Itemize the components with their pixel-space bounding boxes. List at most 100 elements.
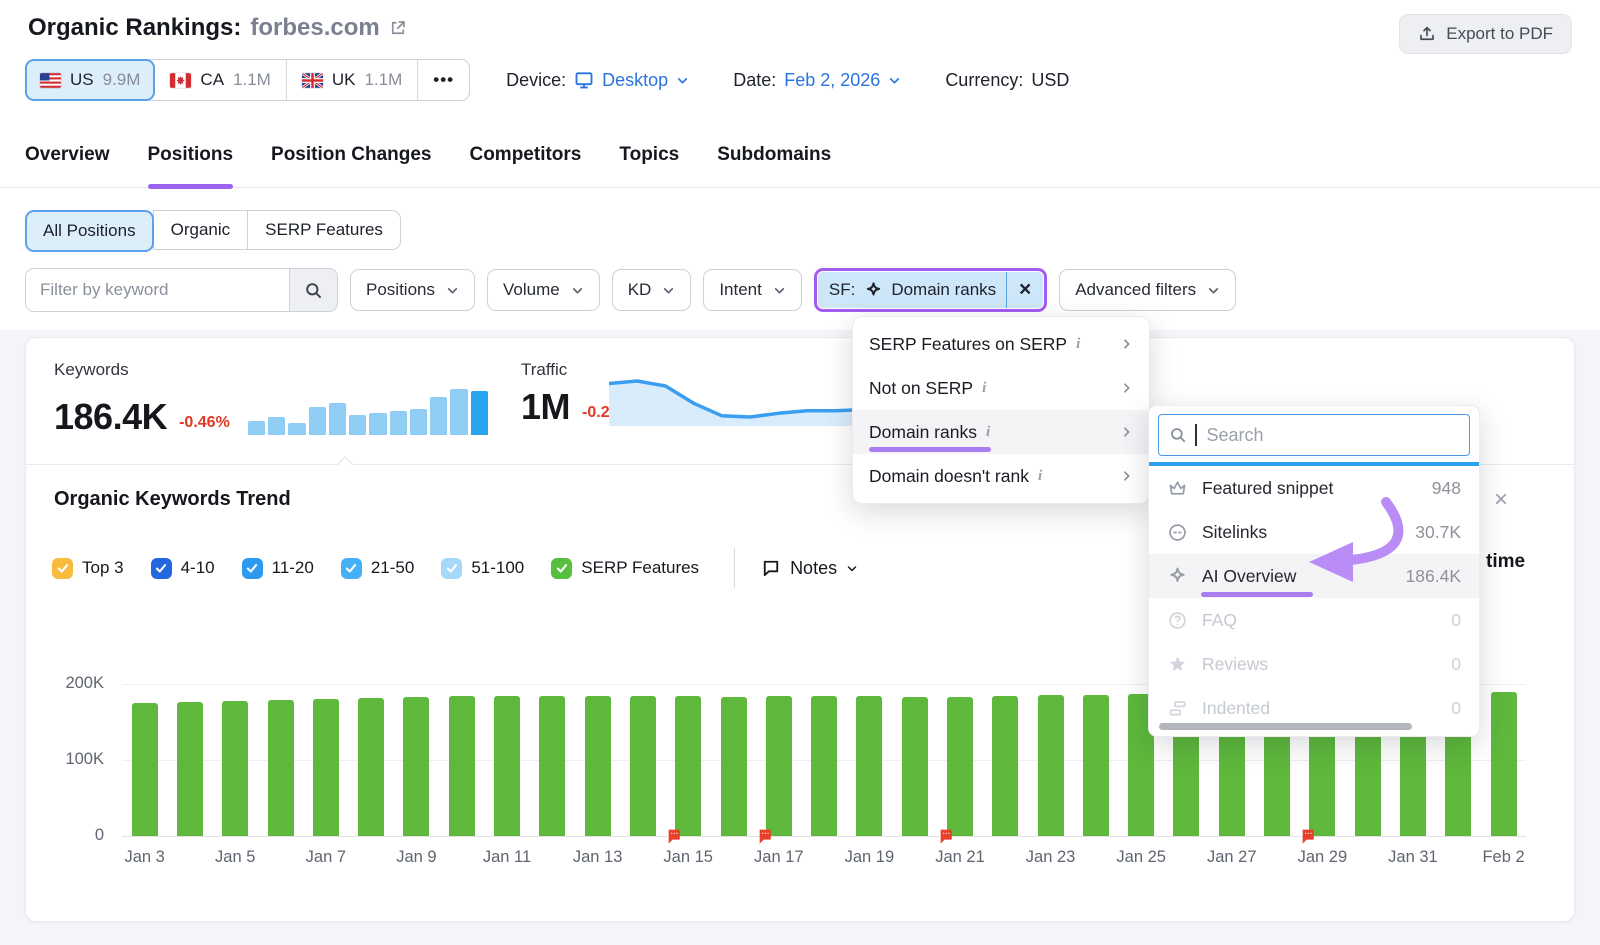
legend-51-100[interactable]: 51-100 (441, 558, 524, 579)
trend-bar-jan-7[interactable] (313, 699, 339, 836)
ai-overview-sparkle-icon (864, 281, 883, 300)
tab-competitors[interactable]: Competitors (469, 142, 581, 187)
submenu-item-featured-snippet[interactable]: Featured snippet948 (1149, 466, 1479, 510)
chevron-down-icon (888, 74, 901, 87)
checkbox-serp-features[interactable] (551, 558, 572, 579)
trend-bar-jan-8[interactable] (358, 698, 384, 836)
x-axis-label: Jan 15 (663, 848, 713, 867)
chart-bar-slot (892, 684, 937, 836)
trend-bar-jan-4[interactable] (177, 702, 203, 836)
pill-organic[interactable]: Organic (153, 210, 249, 250)
filter-dropdown-kd[interactable]: KD (612, 269, 692, 311)
trend-bar-jan-16[interactable] (721, 697, 747, 836)
info-icon: i (986, 424, 990, 441)
legend-11-20[interactable]: 11-20 (242, 558, 314, 579)
external-link-icon[interactable] (389, 19, 407, 37)
menu-item-not-on-serp[interactable]: Not on SERPi (853, 366, 1149, 410)
filter-dropdown-intent[interactable]: Intent (703, 269, 802, 311)
search-button[interactable] (289, 269, 337, 311)
country-selector: US9.9MCA1.1MUK1.1M••• (25, 59, 470, 101)
menu-item-domain-ranks[interactable]: Domain ranksi (853, 410, 1149, 454)
more-countries-button[interactable]: ••• (418, 60, 469, 100)
trend-bar-jan-21[interactable] (947, 697, 973, 836)
notes-button[interactable]: Notes (755, 557, 864, 580)
keywords-spark-bar (309, 407, 326, 435)
submenu-item-ai-overview[interactable]: AI Overview186.4K (1149, 554, 1479, 598)
submenu-item-count: 0 (1451, 698, 1461, 719)
trend-bar-jan-24[interactable] (1083, 695, 1109, 836)
trend-bar-feb-2[interactable] (1491, 692, 1517, 836)
trend-bar-jan-12[interactable] (539, 696, 565, 836)
trend-bar-jan-13[interactable] (585, 696, 611, 836)
keywords-summary[interactable]: Keywords 186.4K -0.46% (54, 360, 488, 435)
tab-overview[interactable]: Overview (25, 142, 110, 187)
submenu-search-box[interactable] (1158, 414, 1470, 456)
pill-serp-features[interactable]: SERP Features (247, 210, 401, 250)
menu-item-domain-doesn-t-rank[interactable]: Domain doesn't ranki (853, 454, 1149, 498)
trend-bar-jan-11[interactable] (494, 696, 520, 836)
clipped-realtime-label: time (1486, 551, 1525, 573)
legend-top-3[interactable]: Top 3 (52, 558, 124, 579)
legend-21-50[interactable]: 21-50 (341, 558, 414, 579)
country-tab-ca[interactable]: CA1.1M (155, 60, 286, 100)
pill-all-positions[interactable]: All Positions (25, 210, 154, 252)
check-icon (344, 561, 358, 575)
checkbox-21-50[interactable] (341, 558, 362, 579)
filter-dropdown-positions[interactable]: Positions (350, 269, 475, 311)
tab-topics[interactable]: Topics (619, 142, 679, 187)
trend-section-title: Organic Keywords Trend (54, 488, 291, 511)
trend-bar-jan-17[interactable] (766, 696, 792, 836)
trend-bar-jan-15[interactable] (675, 696, 701, 836)
filter-dropdown-volume[interactable]: Volume (487, 269, 600, 311)
close-icon[interactable]: × (1494, 486, 1508, 514)
sf-filter-menu: SERP Features on SERPiNot on SERPiDomain… (852, 316, 1150, 504)
chevron-right-icon (1120, 425, 1133, 439)
flag-icon (757, 828, 773, 844)
keyword-filter-input[interactable] (26, 269, 289, 311)
legend-serp-features[interactable]: SERP Features (551, 558, 699, 579)
country-volume: 1.1M (233, 70, 271, 90)
flag-us-icon (40, 73, 61, 88)
legend-label: 51-100 (471, 558, 524, 578)
submenu-search-input[interactable] (1205, 424, 1460, 447)
trend-bar-jan-22[interactable] (992, 696, 1018, 836)
y-axis-tick: 200K (40, 674, 104, 693)
trend-bar-jan-14[interactable] (630, 696, 656, 836)
checkbox-4-10[interactable] (151, 558, 172, 579)
tab-positions[interactable]: Positions (148, 142, 234, 187)
menu-item-label: SERP Features on SERP (869, 334, 1067, 355)
legend-label: 21-50 (371, 558, 414, 578)
tab-position-changes[interactable]: Position Changes (271, 142, 431, 187)
legend-4-10[interactable]: 4-10 (151, 558, 215, 579)
submenu-item-sitelinks[interactable]: Sitelinks30.7K (1149, 510, 1479, 554)
trend-bar-jan-5[interactable] (222, 701, 248, 836)
trend-bar-jan-18[interactable] (811, 696, 837, 836)
legend-label: Top 3 (82, 558, 124, 578)
trend-bar-jan-9[interactable] (403, 697, 429, 836)
advanced-filters-button[interactable]: Advanced filters (1059, 269, 1236, 311)
trend-bar-jan-10[interactable] (449, 696, 475, 836)
keywords-spark-bar (349, 415, 366, 435)
checkbox-51-100[interactable] (441, 558, 462, 579)
date-selector[interactable]: Date: Feb 2, 2026 (733, 70, 901, 91)
sf-filter-chip[interactable]: SF: Domain ranks × (818, 272, 1043, 308)
trend-bar-jan-6[interactable] (268, 700, 294, 836)
chart-bar-slot: Jan 21 (937, 684, 982, 836)
chart-bar-slot: Jan 19 (847, 684, 892, 836)
tab-subdomains[interactable]: Subdomains (717, 142, 831, 187)
sf-chip-close-button[interactable]: × (1007, 272, 1043, 308)
trend-bar-jan-19[interactable] (856, 696, 882, 836)
checkbox-top-3[interactable] (52, 558, 73, 579)
menu-item-serp-features-on-serp[interactable]: SERP Features on SERPi (853, 322, 1149, 366)
checkbox-11-20[interactable] (242, 558, 263, 579)
country-tab-uk[interactable]: UK1.1M (287, 60, 418, 100)
trend-bar-jan-23[interactable] (1038, 695, 1064, 836)
country-tab-us[interactable]: US9.9M (25, 59, 155, 101)
trend-bar-jan-20[interactable] (902, 697, 928, 836)
export-to-pdf-button[interactable]: Export to PDF (1399, 14, 1572, 54)
device-selector[interactable]: Device: Desktop (506, 70, 689, 91)
horizontal-scrollbar[interactable] (1159, 723, 1412, 730)
check-icon (555, 561, 569, 575)
chart-bar-slot: Jan 3 (122, 684, 167, 836)
trend-bar-jan-3[interactable] (132, 703, 158, 836)
